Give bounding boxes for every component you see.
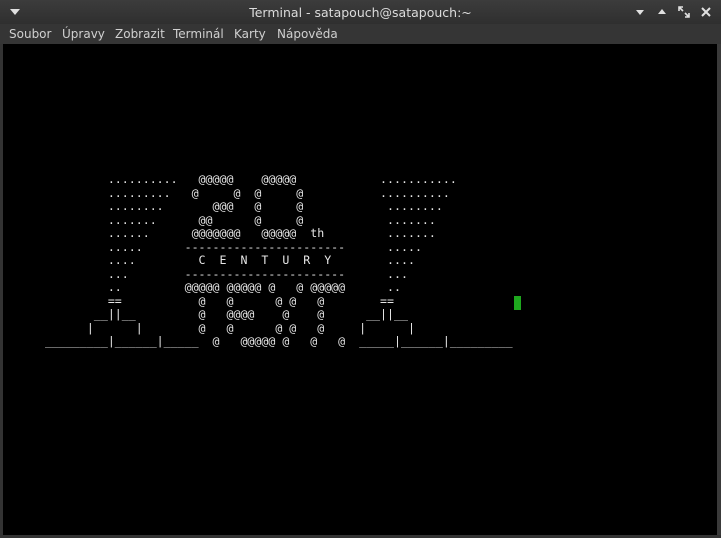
terminal-line: ...... @@@@@@@ @@@@@ th .......: [45, 226, 436, 240]
window-title: Terminal - satapouch@satapouch:~: [249, 5, 472, 20]
terminal-line: .... C E N T U R Y ....: [45, 253, 415, 267]
shade-icon[interactable]: [655, 5, 669, 19]
terminal-scrollbar[interactable]: [717, 44, 721, 535]
terminal-window: Terminal - satapouch@satapouch:~ Soubor …: [0, 0, 721, 538]
menu-upravy[interactable]: Úpravy: [62, 27, 105, 41]
close-icon[interactable]: [699, 5, 713, 19]
terminal-screen[interactable]: .......... @@@@@ @@@@@ ........... .....…: [3, 44, 717, 535]
terminal-line: | | @ @ @ @ @ | |: [45, 320, 415, 335]
menu-karty[interactable]: Karty: [234, 27, 266, 41]
terminal-line: .. @@@@@ @@@@@ @ @ @@@@@ ..: [45, 280, 401, 294]
terminal-line: ......... @ @ @ @ ..........: [45, 185, 450, 200]
terminal-output: .......... @@@@@ @@@@@ ........... .....…: [45, 172, 513, 349]
menu-soubor[interactable]: Soubor: [9, 27, 51, 41]
minimize-icon[interactable]: [633, 5, 647, 19]
terminal-line: == @ @ @ @ @ ==: [45, 293, 395, 308]
terminal-line: ........ @@@ @ @ ........: [45, 199, 443, 213]
terminal-line: ....... @@ @ @ .......: [45, 212, 436, 227]
terminal-cursor: [514, 296, 521, 310]
menu-napoveda[interactable]: Nápověda: [277, 27, 338, 41]
terminal-line: ..... ----------------------- .....: [45, 239, 422, 254]
title-bar[interactable]: Terminal - satapouch@satapouch:~: [0, 0, 721, 24]
terminal-line: _________|______|_____ @ @@@@@ @ @ @ ___…: [45, 334, 513, 348]
menu-terminal[interactable]: Terminál: [173, 27, 224, 41]
terminal-line: __||__ @ @@@@ @ @ __||__: [45, 307, 408, 321]
maximize-icon[interactable]: [677, 5, 691, 19]
terminal-line: ... ----------------------- ...: [45, 266, 408, 281]
terminal-line: .......... @@@@@ @@@@@ ...........: [45, 172, 457, 186]
menu-zobrazit[interactable]: Zobrazit: [115, 27, 165, 41]
menu-bar: Soubor Úpravy Zobrazit Terminál Karty Ná…: [0, 24, 721, 44]
